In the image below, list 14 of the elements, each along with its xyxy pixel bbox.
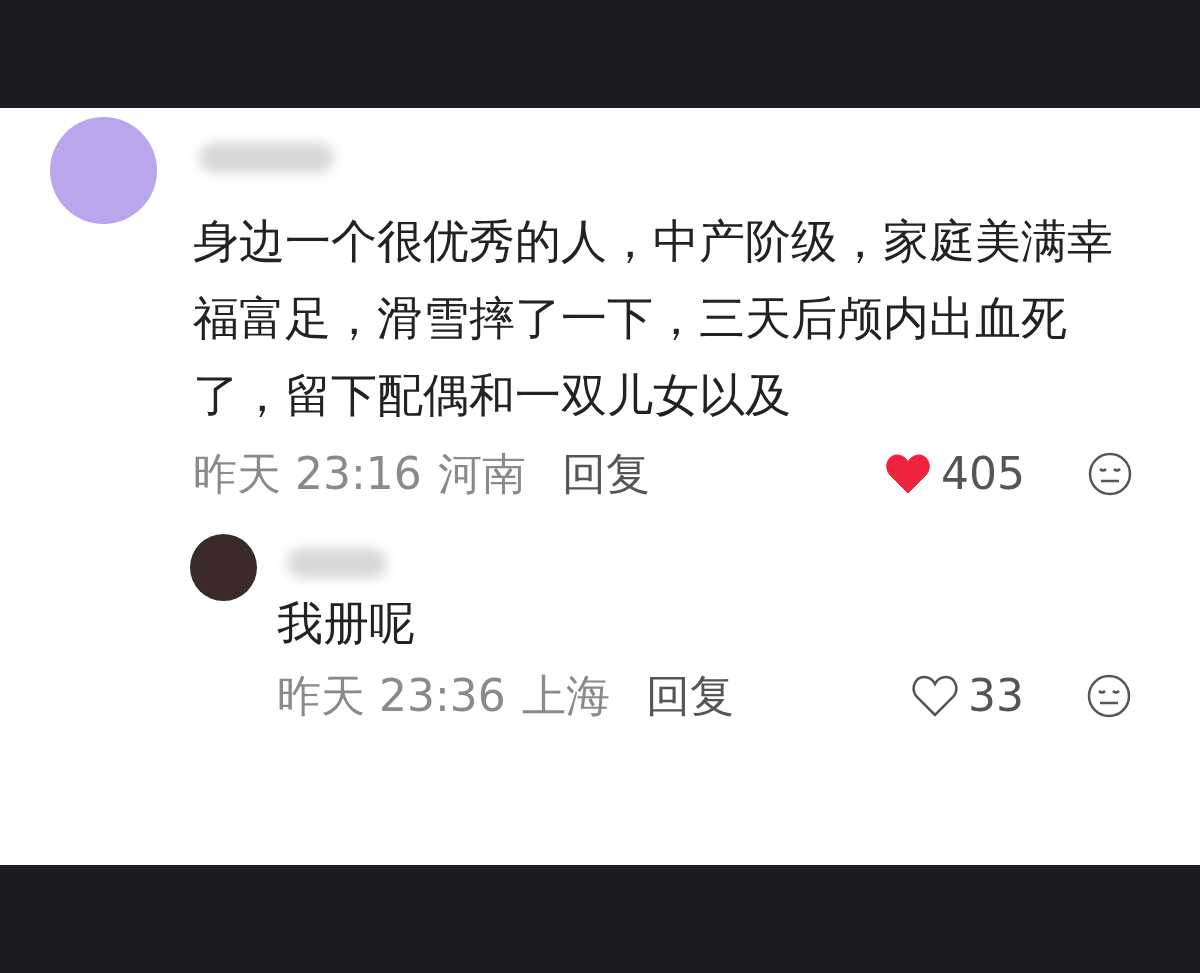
- comment-text: 我册呢: [277, 595, 416, 652]
- like-count: 33: [968, 669, 1024, 723]
- timestamp: 昨天 23:16: [193, 447, 422, 501]
- location: 上海: [521, 669, 610, 723]
- reply-link[interactable]: 回复: [561, 441, 650, 507]
- emoji-icon[interactable]: [1086, 673, 1132, 719]
- like-count: 405: [941, 447, 1025, 501]
- location: 河南: [437, 447, 526, 501]
- timestamp: 昨天 23:36: [277, 669, 506, 723]
- heart-icon[interactable]: [912, 675, 958, 717]
- emoji-icon[interactable]: [1087, 451, 1133, 497]
- heart-icon[interactable]: [885, 453, 931, 495]
- reply-link[interactable]: 回复: [645, 663, 734, 729]
- comment-text: 身边一个很优秀的人，中产阶级，家庭美满幸福富足，滑雪摔了一下，三天后颅内出血死了，留下配偶和一双儿女以及: [193, 213, 1114, 424]
